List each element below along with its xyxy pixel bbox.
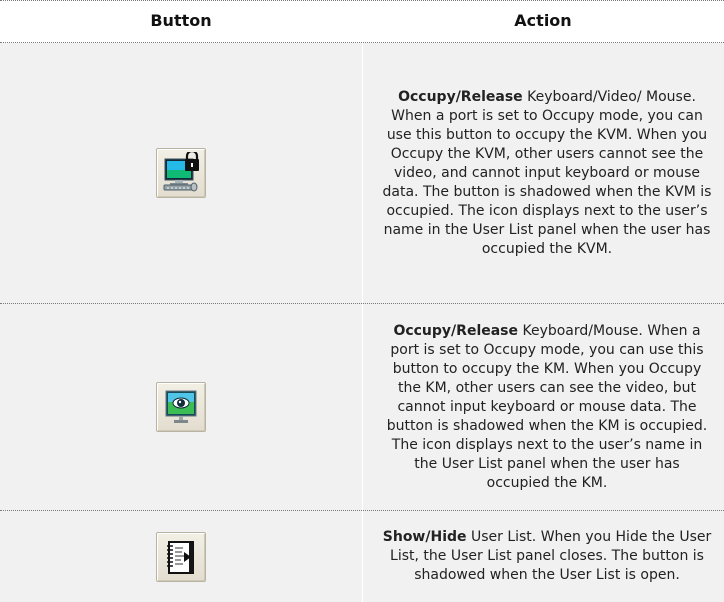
action-title: Occupy/Release: [393, 322, 519, 339]
button-cell: [0, 304, 362, 510]
button-action-table: Button Action Occupy/Release Keyboard/Vi…: [0, 0, 724, 602]
action-description: Occupy/Release Keyboard/Mouse. When a po…: [382, 322, 712, 493]
table-row: Occupy/Release Keyboard/Mouse. When a po…: [0, 304, 724, 511]
action-description: Show/Hide User List. When you Hide the U…: [382, 528, 712, 585]
button-cell: [0, 43, 362, 303]
action-text: Keyboard/Mouse. When a port is set to Oc…: [386, 322, 708, 491]
action-column-header: Action: [514, 11, 572, 30]
button-cell: [0, 511, 362, 602]
action-cell: Occupy/Release Keyboard/Mouse. When a po…: [382, 304, 712, 510]
action-description: Occupy/Release Keyboard/Video/ Mouse. Wh…: [382, 88, 712, 259]
table-row: Occupy/Release Keyboard/Video/ Mouse. Wh…: [0, 43, 724, 304]
action-cell: Occupy/Release Keyboard/Video/ Mouse. Wh…: [382, 43, 712, 303]
user-list-icon[interactable]: [156, 531, 206, 582]
action-title: Show/Hide: [382, 529, 467, 545]
table-row: Show/Hide User List. When you Hide the U…: [0, 511, 724, 602]
action-cell: Show/Hide User List. When you Hide the U…: [382, 511, 712, 602]
action-title: Occupy/Release: [398, 88, 523, 105]
kvm-occupy-icon[interactable]: [156, 148, 206, 198]
action-text: Keyboard/Video/ Mouse. When a port is se…: [382, 88, 712, 257]
table-header-row: Button Action: [0, 0, 724, 43]
button-column-header: Button: [150, 11, 212, 30]
km-occupy-icon[interactable]: [156, 382, 206, 432]
